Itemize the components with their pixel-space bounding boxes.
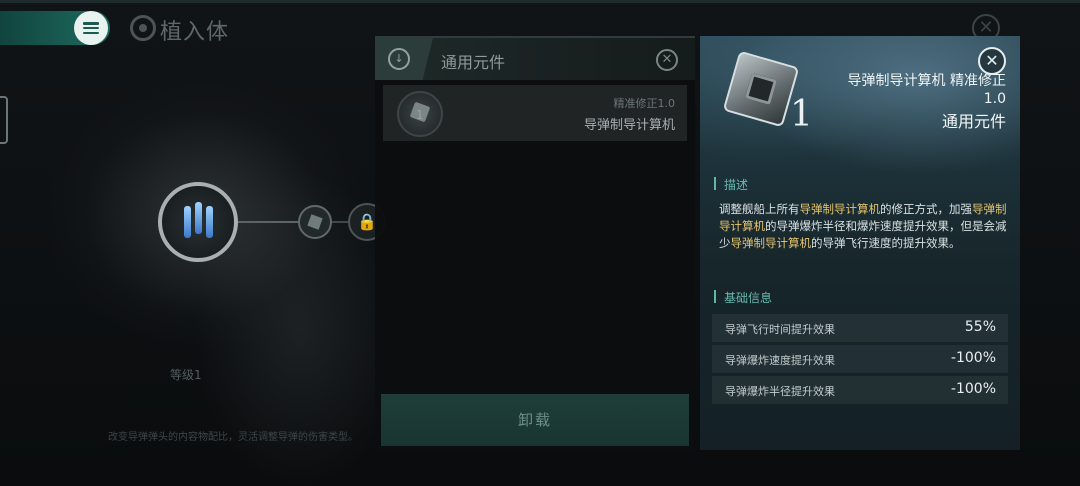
- stat-value: 55%: [964, 319, 996, 335]
- menu-button[interactable]: [74, 11, 108, 45]
- list-header: ↓ 通用元件 ✕: [375, 38, 695, 80]
- missile-cluster-icon: [184, 206, 191, 238]
- missile-tube: [206, 206, 213, 238]
- desc-highlight: 导弹制导计算机: [799, 202, 881, 216]
- detail-close-button[interactable]: ✕: [978, 47, 1006, 75]
- menu-icon: [83, 22, 99, 34]
- missile-tube: [195, 202, 202, 234]
- page-title: 植入体: [160, 20, 230, 45]
- item-count: 1: [416, 108, 424, 122]
- download-icon: ↓: [388, 48, 410, 70]
- implant-hint: 改变导弹弹头的内容物配比，灵活调整导弹的伤害类型。: [108, 432, 358, 443]
- component-list-panel: ↓ 通用元件 ✕ 1 精准修正1.0 导弹制导计算机 卸载: [375, 36, 695, 450]
- implant-node-main[interactable]: [158, 182, 238, 262]
- desc-highlight: 导弹制导计算机: [730, 236, 812, 250]
- stat-row: 导弹飞行时间提升效果 55%: [712, 314, 1008, 342]
- item-subtitle: 精准修正1.0: [613, 97, 676, 110]
- stats-heading: 基础信息: [714, 289, 772, 306]
- node-connector: [238, 221, 300, 223]
- list-title: 通用元件: [441, 53, 506, 72]
- list-item[interactable]: 1 精准修正1.0 导弹制导计算机: [383, 85, 687, 141]
- description-text: 调整舰船上所有导弹制导计算机的修正方式，加强导弹制导计算机的导弹爆炸半径和爆炸速…: [719, 201, 1009, 252]
- list-close-button[interactable]: ✕: [656, 49, 678, 71]
- description-heading: 描述: [714, 176, 748, 193]
- desc-text: 的修正方式，加强: [880, 202, 972, 216]
- stat-label: 导弹爆炸速度提升效果: [725, 354, 835, 367]
- side-tab[interactable]: [0, 96, 8, 144]
- desc-text: 调整舰船上所有: [719, 202, 800, 216]
- top-divider: [0, 0, 1080, 3]
- implant-icon: [130, 15, 156, 41]
- unload-button[interactable]: 卸载: [381, 394, 689, 446]
- desc-text: 的导弹飞行速度的提升效果。: [811, 236, 961, 250]
- stat-value: -100%: [950, 350, 996, 366]
- component-name-line2: 1.0: [983, 91, 1006, 107]
- component-category: 通用元件: [941, 112, 1006, 131]
- stat-label: 导弹飞行时间提升效果: [725, 323, 835, 336]
- stat-label: 导弹爆炸半径提升效果: [725, 385, 835, 398]
- chip-icon: [722, 50, 800, 128]
- level-label: 等级1: [170, 368, 202, 382]
- component-name-line1: 导弹制导计算机 精准修正: [847, 73, 1006, 89]
- stat-value: -100%: [950, 381, 996, 397]
- stat-row: 导弹爆炸半径提升效果 -100%: [712, 376, 1008, 404]
- item-name: 导弹制导计算机: [583, 118, 675, 133]
- stat-row: 导弹爆炸速度提升效果 -100%: [712, 345, 1008, 373]
- component-name: 导弹制导计算机 精准修正 1.0: [806, 72, 1006, 108]
- component-detail-panel: ✕ 1 导弹制导计算机 精准修正 1.0 通用元件 描述 调整舰船上所有导弹制导…: [700, 36, 1020, 450]
- implant-node-slot[interactable]: [298, 205, 332, 239]
